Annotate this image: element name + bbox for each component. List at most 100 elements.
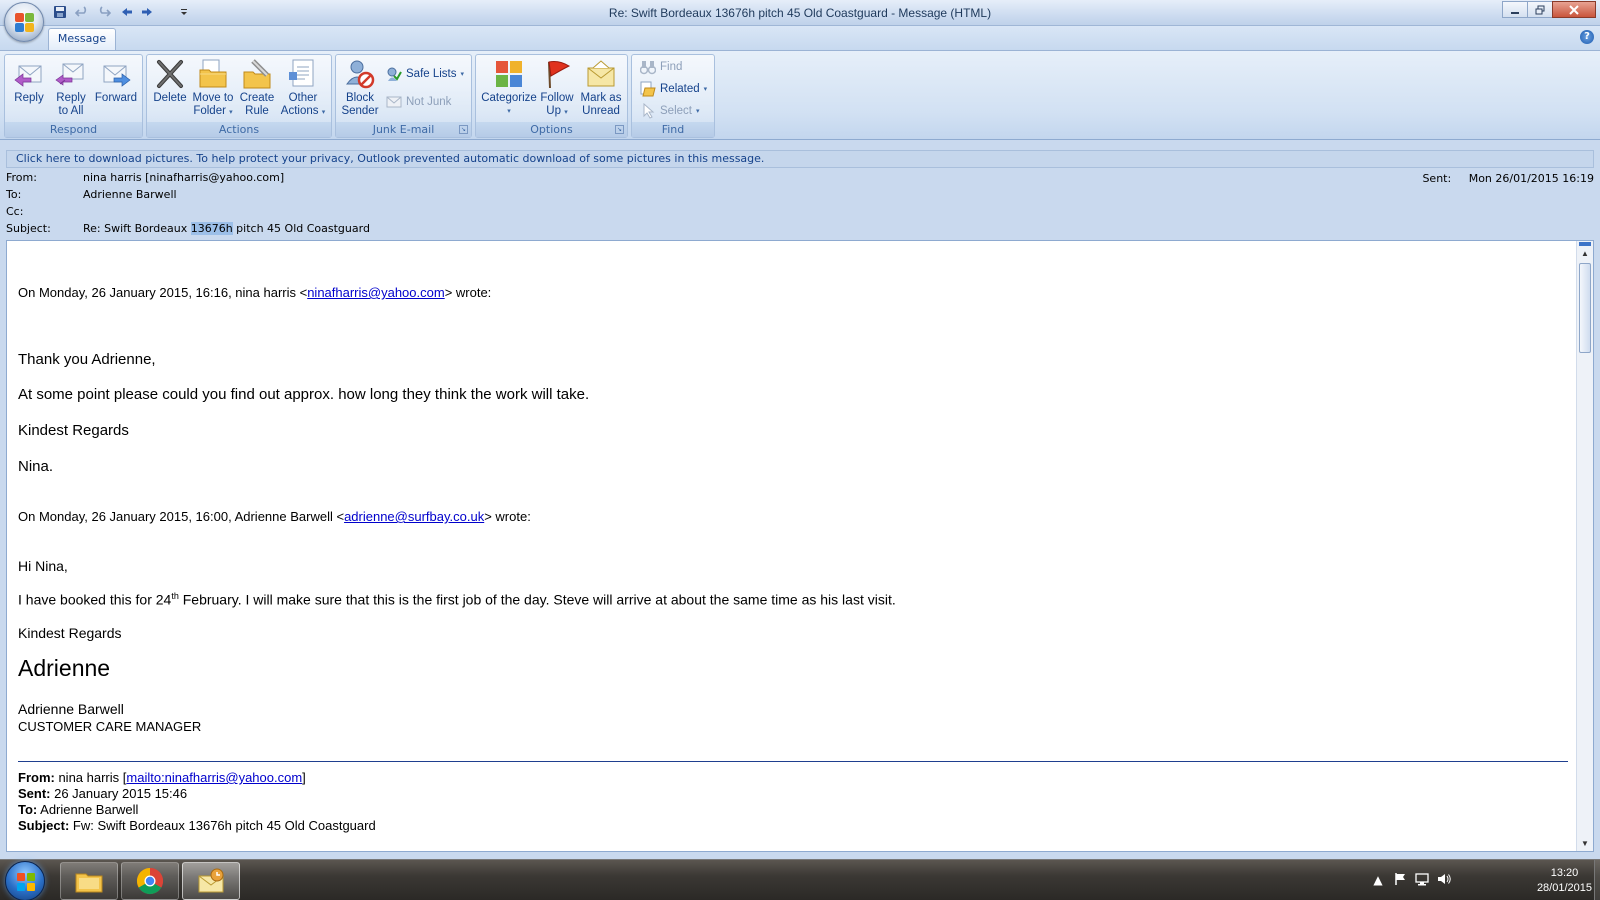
restore-button[interactable] xyxy=(1527,1,1553,18)
fw-from-line: From: nina harris [mailto:ninafharris@ya… xyxy=(18,770,306,785)
follow-up-button[interactable]: Follow Up ▾ xyxy=(538,58,576,119)
mailto-link-nina[interactable]: mailto:ninafharris@yahoo.com xyxy=(126,770,302,785)
show-desktop-button[interactable] xyxy=(1594,860,1600,900)
safe-lists-icon xyxy=(386,66,402,82)
office-button[interactable] xyxy=(4,2,44,42)
from-label: From: xyxy=(6,171,37,184)
categorize-button[interactable]: Categorize ▾ xyxy=(480,58,538,118)
scroll-thumb[interactable] xyxy=(1579,263,1591,353)
quote-line-2: On Monday, 26 January 2015, 16:00, Adrie… xyxy=(18,509,531,524)
message-header: From: nina harris [ninafharris@yahoo.com… xyxy=(0,168,1600,240)
group-label-find: Find xyxy=(632,122,714,137)
mark-as-unread-button[interactable]: Mark as Unread xyxy=(578,58,624,118)
subject-value: Re: Swift Bordeaux 13676h pitch 45 Old C… xyxy=(83,222,370,235)
reply-all-button[interactable]: Reply to All xyxy=(51,58,91,118)
clock[interactable]: 13:20 28/01/2015 xyxy=(1537,866,1592,896)
ask-line: At some point please could you find out … xyxy=(18,386,590,403)
categorize-icon xyxy=(493,58,525,90)
find-binoculars-icon xyxy=(639,59,657,75)
title-bar: Re: Swift Bordeaux 13676h pitch 45 Old C… xyxy=(0,0,1600,26)
group-label-junk: Junk E-mail xyxy=(336,122,471,137)
from-value[interactable]: nina harris [ninafharris@yahoo.com] xyxy=(83,170,284,186)
create-rule-button[interactable]: Create Rule xyxy=(237,58,277,118)
block-sender-button[interactable]: Block Sender xyxy=(338,58,382,118)
chrome-icon xyxy=(136,867,164,895)
download-pictures-infobar[interactable]: Click here to download pictures. To help… xyxy=(6,150,1594,168)
find-button[interactable]: Find xyxy=(639,58,682,76)
related-button[interactable]: Related ▾ xyxy=(640,80,707,98)
show-hidden-icons-icon[interactable]: ▲ xyxy=(1370,872,1386,888)
block-sender-icon xyxy=(344,58,376,90)
taskbar: ▲ 13:20 28/01/2015 xyxy=(0,859,1600,900)
not-junk-icon xyxy=(386,94,402,110)
help-icon[interactable]: ? xyxy=(1580,30,1594,44)
other-actions-button[interactable]: Other Actions ▾ xyxy=(279,58,327,119)
ribbon-tab-strip: Message ? xyxy=(0,26,1600,50)
options-dialog-launcher[interactable]: ↘ xyxy=(615,125,624,134)
clock-date: 28/01/2015 xyxy=(1536,882,1592,894)
move-to-folder-button[interactable]: Move to Folder ▾ xyxy=(191,58,235,119)
taskbar-chrome[interactable] xyxy=(121,862,179,900)
quote-line-1: On Monday, 26 January 2015, 16:16, nina … xyxy=(18,285,492,300)
thanks-line: Thank you Adrienne, xyxy=(18,351,156,368)
forward-button[interactable]: Forward xyxy=(93,58,139,105)
action-center-flag-icon[interactable] xyxy=(1392,872,1408,888)
subject-highlight: 13676h xyxy=(190,222,233,235)
regards-line-1: Kindest Regards xyxy=(18,422,129,439)
sent-field: Sent: Mon 26/01/2015 16:19 xyxy=(1422,172,1594,185)
group-label-actions: Actions xyxy=(147,122,331,137)
folder-icon xyxy=(75,873,103,893)
group-junk-email: Block Sender Safe Lists ▾ Not Junk Junk E… xyxy=(335,54,472,138)
reply-all-icon xyxy=(55,58,87,90)
forward-separator xyxy=(18,761,1568,762)
clock-time: 13:20 xyxy=(1550,867,1579,879)
signature-title: CUSTOMER CARE MANAGER xyxy=(18,719,202,734)
select-button[interactable]: Select ▾ xyxy=(640,102,699,120)
to-value[interactable]: Adrienne Barwell xyxy=(83,187,177,203)
sent-value: Mon 26/01/2015 16:19 xyxy=(1468,172,1594,185)
reply-icon xyxy=(13,58,45,90)
junk-email-dialog-launcher[interactable]: ↘ xyxy=(459,125,468,134)
follow-up-flag-icon xyxy=(541,58,573,90)
window-title: Re: Swift Bordeaux 13676h pitch 45 Old C… xyxy=(608,6,992,20)
taskbar-outlook[interactable] xyxy=(182,862,240,900)
regards-line-2: Kindest Regards xyxy=(18,625,122,641)
other-actions-icon xyxy=(287,58,319,90)
select-cursor-icon xyxy=(640,102,656,119)
to-label: To: xyxy=(6,188,22,201)
tab-message[interactable]: Message xyxy=(48,28,116,50)
safe-lists-button[interactable]: Safe Lists ▾ xyxy=(386,65,464,83)
email-link-adrienne[interactable]: adrienne@surfbay.co.uk xyxy=(344,509,484,524)
message-body[interactable]: On Monday, 26 January 2015, 16:16, nina … xyxy=(6,240,1594,852)
outlook-icon xyxy=(198,868,224,893)
signature-name: Adrienne Barwell xyxy=(18,701,124,717)
scroll-up-icon[interactable]: ▲ xyxy=(1577,247,1593,261)
taskbar-explorer[interactable] xyxy=(60,862,118,900)
fw-subject-line: Subject: Fw: Swift Bordeaux 13676h pitch… xyxy=(18,818,376,833)
group-respond: Reply Reply to All Forward Respond xyxy=(4,54,143,138)
start-button[interactable] xyxy=(5,861,45,900)
hi-line: Hi Nina, xyxy=(18,558,68,574)
delete-button[interactable]: Delete xyxy=(151,58,189,105)
reply-button[interactable]: Reply xyxy=(9,58,49,105)
windows-start-icon xyxy=(17,873,35,891)
not-junk-button[interactable]: Not Junk xyxy=(386,93,451,111)
ribbon: Reply Reply to All Forward Respond Delet… xyxy=(0,50,1600,140)
group-options: Categorize ▾ Follow Up ▾ Mark as Unread … xyxy=(475,54,628,138)
sent-label: Sent: xyxy=(1422,172,1452,185)
minimize-button[interactable] xyxy=(1502,1,1528,18)
scroll-down-icon[interactable]: ▼ xyxy=(1577,837,1593,851)
related-icon xyxy=(640,81,656,97)
group-label-respond: Respond xyxy=(5,122,142,137)
forward-icon xyxy=(100,58,132,90)
vertical-scrollbar[interactable]: ▲ ▼ xyxy=(1576,241,1593,851)
email-link-nina[interactable]: ninafharris@yahoo.com xyxy=(307,285,444,300)
volume-icon[interactable] xyxy=(1436,872,1452,888)
window-controls xyxy=(1502,1,1596,18)
group-actions: Delete Move to Folder ▾ Create Rule Othe… xyxy=(146,54,332,138)
close-button[interactable] xyxy=(1552,1,1596,18)
network-icon[interactable] xyxy=(1414,872,1430,888)
booked-line: I have booked this for 24th February. I … xyxy=(18,591,896,608)
fw-to-line: To: Adrienne Barwell xyxy=(18,802,139,817)
cc-label: Cc: xyxy=(6,205,24,218)
